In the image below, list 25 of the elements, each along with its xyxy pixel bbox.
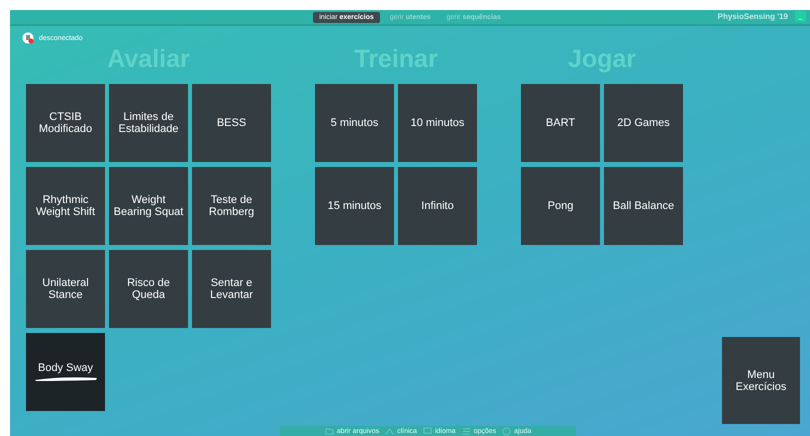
folder-icon: [324, 426, 334, 436]
exercise-tile[interactable]: Infinito: [398, 167, 477, 245]
app-title: PhysioSensing '19: [718, 12, 788, 21]
exercise-tile[interactable]: Weight Bearing Squat: [109, 167, 188, 245]
exercise-tile[interactable]: 15 minutos: [315, 167, 394, 245]
exercise-tile[interactable]: Pong: [521, 167, 600, 245]
exercise-tile[interactable]: BART: [521, 84, 600, 162]
exercise-tile[interactable]: 2D Games: [604, 84, 683, 162]
exercise-tile[interactable]: 10 minutos: [398, 84, 477, 162]
exercise-tile[interactable]: Limites de Estabilidade: [109, 84, 188, 162]
exercise-tile[interactable]: Unilateral Stance: [26, 250, 105, 328]
menu-button[interactable]: Menu Exercícios: [722, 337, 800, 424]
exercise-tile[interactable]: Rhythmic Weight Shift: [26, 167, 105, 245]
exercise-tile[interactable]: 5 minutos: [315, 84, 394, 162]
menu-icon: [462, 426, 471, 436]
underline-mark: [32, 376, 98, 382]
exercise-tile[interactable]: Body Sway: [26, 333, 105, 411]
monitor-icon: [422, 426, 432, 436]
help-icon: [502, 426, 512, 436]
exercise-tile[interactable]: CTSIB Modificado: [26, 84, 105, 162]
exercise-tile[interactable]: Sentar e Levantar: [192, 250, 271, 328]
exercise-tile[interactable]: Teste de Romberg: [192, 167, 271, 245]
exercise-tile[interactable]: BESS: [192, 84, 271, 162]
exercise-tile[interactable]: Ball Balance: [604, 167, 683, 245]
exercise-tile[interactable]: Risco de Queda: [109, 250, 188, 328]
